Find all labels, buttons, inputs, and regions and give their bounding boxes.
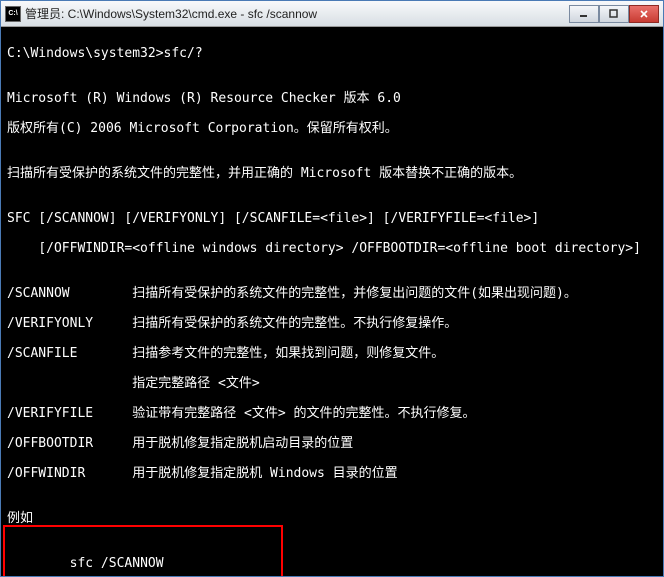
output-line: Microsoft (R) Windows (R) Resource Check… (7, 91, 657, 106)
output-line: 例如 (7, 511, 657, 526)
window-titlebar: C:\ 管理员: C:\Windows\System32\cmd.exe - s… (1, 1, 663, 27)
close-button[interactable] (629, 5, 659, 23)
window-controls (569, 5, 659, 23)
output-line: 扫描所有受保护的系统文件的完整性，并用正确的 Microsoft 版本替换不正确… (7, 166, 657, 181)
minimize-button[interactable] (569, 5, 599, 23)
cmd-icon: C:\ (5, 6, 21, 22)
output-line: SFC [/SCANNOW] [/VERIFYONLY] [/SCANFILE=… (7, 211, 657, 226)
output-line: /OFFBOOTDIR 用于脱机修复指定脱机启动目录的位置 (7, 436, 657, 451)
window-title: 管理员: C:\Windows\System32\cmd.exe - sfc /… (25, 5, 569, 22)
output-line: /SCANFILE 扫描参考文件的完整性，如果找到问题，则修复文件。 (7, 346, 657, 361)
output-line: 版权所有(C) 2006 Microsoft Corporation。保留所有权… (7, 121, 657, 136)
output-line: [/OFFWINDIR=<offline windows directory> … (7, 241, 657, 256)
prompt-line: C:\Windows\system32>sfc/? (7, 46, 657, 61)
output-line: /OFFWINDIR 用于脱机修复指定脱机 Windows 目录的位置 (7, 466, 657, 481)
output-line: /VERIFYONLY 扫描所有受保护的系统文件的完整性。不执行修复操作。 (7, 316, 657, 331)
output-line: 指定完整路径 <文件> (7, 376, 657, 391)
terminal-output[interactable]: C:\Windows\system32>sfc/? Microsoft (R) … (1, 27, 663, 576)
output-line: sfc /SCANNOW (7, 556, 657, 571)
maximize-button[interactable] (599, 5, 629, 23)
output-line: /SCANNOW 扫描所有受保护的系统文件的完整性，并修复出问题的文件(如果出现… (7, 286, 657, 301)
output-line: /VERIFYFILE 验证带有完整路径 <文件> 的文件的完整性。不执行修复。 (7, 406, 657, 421)
